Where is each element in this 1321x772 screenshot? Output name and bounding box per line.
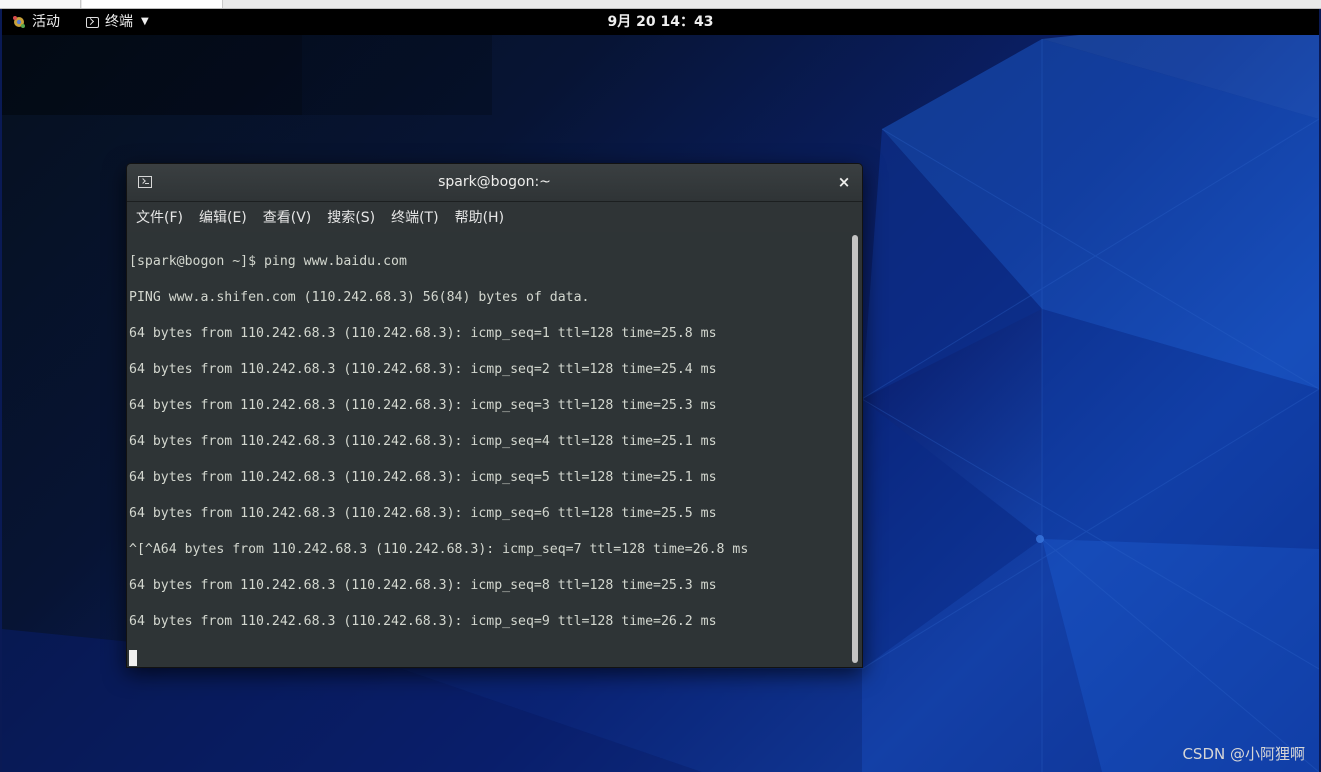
- terminal-cursor-line: [129, 649, 849, 667]
- window-menubar: 文件(F) 编辑(E) 查看(V) 搜索(S) 终端(T) 帮助(H): [127, 202, 862, 232]
- activities-button[interactable]: 活动: [12, 9, 60, 35]
- host-tab-active[interactable]: [82, 0, 223, 8]
- watermark: CSDN @小阿狸啊: [1182, 745, 1305, 763]
- menu-terminal[interactable]: 终端(T): [391, 207, 438, 227]
- terminal-line: 64 bytes from 110.242.68.3 (110.242.68.3…: [129, 614, 717, 629]
- menu-file[interactable]: 文件(F): [136, 207, 183, 227]
- terminal-line: 64 bytes from 110.242.68.3 (110.242.68.3…: [129, 578, 717, 593]
- terminal-line: 64 bytes from 110.242.68.3 (110.242.68.3…: [129, 326, 717, 341]
- activities-icon: [13, 16, 25, 28]
- activities-label: 活动: [32, 14, 60, 30]
- terminal-line: 64 bytes from 110.242.68.3 (110.242.68.3…: [129, 434, 717, 449]
- terminal-line: PING www.a.shifen.com (110.242.68.3) 56(…: [129, 290, 590, 305]
- close-button[interactable]: ×: [834, 172, 854, 192]
- terminal-line: 64 bytes from 110.242.68.3 (110.242.68.3…: [129, 506, 717, 521]
- text-cursor: [129, 650, 137, 666]
- terminal-line: 64 bytes from 110.242.68.3 (110.242.68.3…: [129, 470, 717, 485]
- window-titlebar[interactable]: spark@bogon:~ ×: [127, 164, 862, 202]
- app-menu-terminal[interactable]: 终端 ▼: [86, 9, 149, 35]
- menu-view[interactable]: 查看(V): [263, 207, 312, 227]
- close-icon: ×: [837, 173, 851, 191]
- gnome-top-bar: 活动 终端 ▼ 9月 20 14：43: [2, 9, 1319, 35]
- terminal-icon: [86, 16, 99, 28]
- terminal-line: ^[^A64 bytes from 110.242.68.3 (110.242.…: [129, 542, 749, 557]
- terminal-window: spark@bogon:~ × 文件(F) 编辑(E) 查看(V) 搜索(S) …: [126, 163, 863, 668]
- terminal-scrollbar[interactable]: [852, 235, 858, 663]
- clock-button[interactable]: 9月 20 14：43: [608, 14, 714, 30]
- app-menu-label: 终端: [105, 14, 133, 30]
- terminal-line: 64 bytes from 110.242.68.3 (110.242.68.3…: [129, 398, 717, 413]
- host-tab[interactable]: [0, 0, 81, 8]
- terminal-line: [spark@bogon ~]$ ping www.baidu.com: [129, 254, 407, 269]
- host-tab-strip: [0, 0, 1321, 9]
- menu-help[interactable]: 帮助(H): [455, 207, 504, 227]
- menu-search[interactable]: 搜索(S): [327, 207, 375, 227]
- chevron-down-icon: ▼: [141, 16, 149, 27]
- clock-area: 9月 20 14：43: [2, 9, 1319, 35]
- terminal-text: [spark@bogon ~]$ ping www.baidu.com PING…: [129, 235, 849, 667]
- terminal-output-area[interactable]: [spark@bogon ~]$ ping www.baidu.com PING…: [127, 233, 862, 667]
- window-title: spark@bogon:~: [438, 174, 551, 190]
- menu-edit[interactable]: 编辑(E): [199, 207, 247, 227]
- terminal-line: 64 bytes from 110.242.68.3 (110.242.68.3…: [129, 362, 717, 377]
